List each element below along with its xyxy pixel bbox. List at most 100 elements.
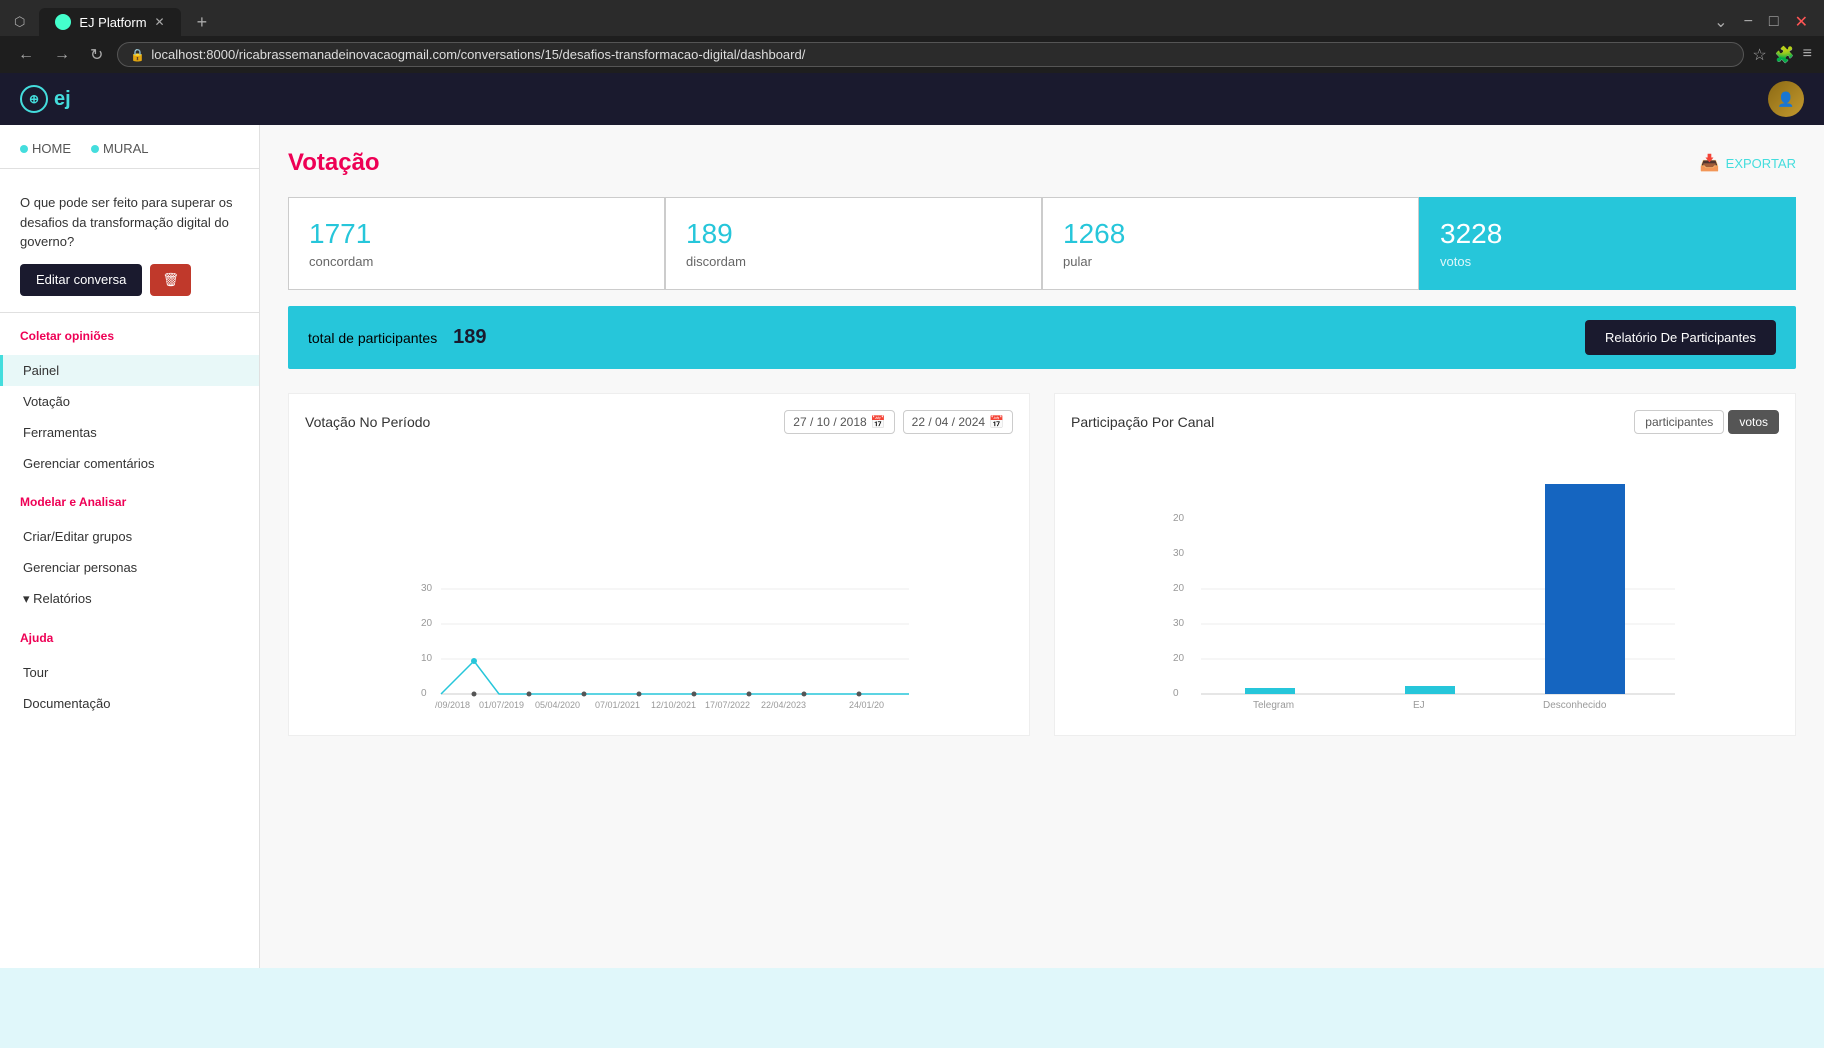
user-avatar[interactable]: 👤	[1768, 81, 1804, 117]
date-end-input[interactable]: 22 / 04 / 2024 📅	[903, 410, 1013, 434]
export-icon: 📥	[1700, 153, 1720, 173]
sidebar-item-gerenciar-personas[interactable]: Gerenciar personas	[0, 552, 259, 583]
edit-conversation-button[interactable]: Editar conversa	[20, 264, 142, 296]
sidebar-item-votacao[interactable]: Votação	[0, 386, 259, 417]
votes-line-chart: 0 10 20 30 /09/2018	[305, 446, 1013, 716]
sidebar-section-coletar: Coletar opiniões	[0, 313, 259, 355]
browser-toolbar: ← → ↻ 🔒 localhost:8000/ricabrassemanadei…	[0, 36, 1824, 73]
sidebar-item-ferramentas[interactable]: Ferramentas	[0, 417, 259, 448]
page-title-row: Votação 📥 EXPORTAR	[288, 149, 1796, 177]
sidebar-section-title-modelar: Modelar e Analisar	[20, 495, 239, 509]
stat-number-concordam: 1771	[309, 218, 644, 250]
back-button[interactable]: ←	[12, 44, 40, 66]
svg-text:22/04/2023: 22/04/2023	[761, 700, 806, 710]
app-header: ⊕ ej 👤	[0, 73, 1824, 125]
votes-chart-header: Votação No Período 27 / 10 / 2018 📅 22 /…	[305, 410, 1013, 434]
dropdown-button[interactable]: ⌄	[1706, 10, 1735, 34]
sidebar-item-criar-editar-grupos[interactable]: Criar/Editar grupos	[0, 521, 259, 552]
delete-conversation-button[interactable]: 🗑	[150, 264, 191, 296]
svg-text:24/01/20: 24/01/20	[849, 700, 884, 710]
channel-bar-chart: 0 20 30 20 30 20	[1071, 446, 1779, 716]
main-content: Votação 📥 EXPORTAR 1771 concordam 189 di…	[260, 125, 1824, 968]
close-button[interactable]: ✕	[1787, 10, 1816, 34]
participants-label: total de participantes	[308, 330, 437, 346]
svg-text:07/01/2021: 07/01/2021	[595, 700, 640, 710]
sidebar-item-painel[interactable]: Painel	[0, 355, 259, 386]
sidebar-section-ajuda: Ajuda	[0, 615, 259, 657]
date-end-value: 22 / 04 / 2024	[912, 415, 985, 429]
svg-text:01/07/2019: 01/07/2019	[479, 700, 524, 710]
browser-tab-icon: ⬡	[8, 14, 31, 30]
tab-close-button[interactable]: ✕	[155, 15, 165, 29]
participantes-filter-button[interactable]: participantes	[1634, 410, 1724, 434]
stat-label-votos: votos	[1440, 254, 1775, 269]
report-button[interactable]: Relatório De Participantes	[1585, 320, 1776, 355]
sidebar-item-gerenciar-comentarios[interactable]: Gerenciar comentários	[0, 448, 259, 479]
active-tab[interactable]: EJ Platform ✕	[39, 8, 180, 36]
mural-dot-icon	[91, 145, 99, 153]
charts-row: Votação No Período 27 / 10 / 2018 📅 22 /…	[288, 393, 1796, 736]
tab-favicon	[55, 14, 71, 30]
date-start-input[interactable]: 27 / 10 / 2018 📅	[784, 410, 894, 434]
svg-text:30: 30	[1173, 548, 1185, 559]
trash-icon: 🗑	[162, 272, 179, 287]
votos-filter-button[interactable]: votos	[1728, 410, 1779, 434]
stat-label-concordam: concordam	[309, 254, 644, 269]
new-tab-button[interactable]: +	[189, 12, 216, 33]
logo: ⊕ ej	[20, 85, 71, 113]
logo-text: ej	[54, 88, 71, 111]
bookmark-icon[interactable]: ☆	[1752, 45, 1766, 65]
svg-text:17/07/2022: 17/07/2022	[705, 700, 750, 710]
sidebar-item-documentacao[interactable]: Documentação	[0, 688, 259, 719]
stat-label-discordam: discordam	[686, 254, 1021, 269]
sidebar-item-tour[interactable]: Tour	[0, 657, 259, 688]
votes-chart-title: Votação No Período	[305, 414, 430, 430]
address-bar[interactable]: 🔒 localhost:8000/ricabrassemanadeinovaca…	[117, 42, 1744, 67]
menu-icon[interactable]: ≡	[1803, 45, 1812, 65]
svg-text:/09/2018: /09/2018	[435, 700, 470, 710]
participants-bar: total de participantes 189 Relatório De …	[288, 306, 1796, 369]
app-container: ⊕ ej 👤 HOME MURAL O que pode ser feito p…	[0, 73, 1824, 1048]
url-text: localhost:8000/ricabrassemanadeinovacaog…	[151, 47, 805, 62]
votes-chart-container: Votação No Período 27 / 10 / 2018 📅 22 /…	[288, 393, 1030, 736]
export-button[interactable]: 📥 EXPORTAR	[1700, 153, 1796, 173]
refresh-button[interactable]: ↻	[84, 43, 109, 67]
extensions-icon[interactable]: 🧩	[1775, 45, 1795, 65]
stat-label-pular: pular	[1063, 254, 1398, 269]
svg-text:0: 0	[1173, 688, 1179, 699]
svg-text:05/04/2020: 05/04/2020	[535, 700, 580, 710]
svg-text:10: 10	[421, 653, 433, 664]
stats-row: 1771 concordam 189 discordam 1268 pular …	[288, 197, 1796, 290]
svg-text:0: 0	[421, 688, 427, 699]
date-filters: 27 / 10 / 2018 📅 22 / 04 / 2024 📅	[784, 410, 1013, 434]
footer-bar	[0, 968, 1824, 1048]
date-start-value: 27 / 10 / 2018	[793, 415, 866, 429]
home-nav-link[interactable]: HOME	[20, 141, 71, 156]
svg-text:12/10/2021: 12/10/2021	[651, 700, 696, 710]
stat-number-discordam: 189	[686, 218, 1021, 250]
sidebar: HOME MURAL O que pode ser feito para sup…	[0, 125, 260, 968]
sidebar-item-relatorios[interactable]: ▾ Relatórios	[0, 583, 259, 615]
toolbar-right: ☆ 🧩 ≡	[1752, 45, 1812, 65]
svg-text:EJ: EJ	[1413, 700, 1425, 711]
sidebar-section-modelar: Modelar e Analisar	[0, 479, 259, 521]
maximize-button[interactable]: □	[1761, 10, 1787, 34]
logo-icon: ⊕	[20, 85, 48, 113]
forward-button[interactable]: →	[48, 44, 76, 66]
stat-number-pular: 1268	[1063, 218, 1398, 250]
home-dot-icon	[20, 145, 28, 153]
stat-number-votos: 3228	[1440, 218, 1775, 250]
mural-nav-link[interactable]: MURAL	[91, 141, 149, 156]
window-controls: ⌄ − □ ✕	[1706, 10, 1816, 34]
svg-text:30: 30	[1173, 618, 1185, 629]
browser-chrome: ⬡ EJ Platform ✕ + ⌄ − □ ✕ ← → ↻ 🔒 localh…	[0, 0, 1824, 73]
minimize-button[interactable]: −	[1736, 10, 1761, 34]
svg-text:20: 20	[1173, 513, 1185, 524]
app-body: HOME MURAL O que pode ser feito para sup…	[0, 125, 1824, 968]
sidebar-section-title-coletar: Coletar opiniões	[20, 329, 239, 343]
svg-text:30: 30	[421, 583, 433, 594]
channel-chart-container: Participação Por Canal participantes vot…	[1054, 393, 1796, 736]
svg-text:20: 20	[1173, 583, 1185, 594]
page-title: Votação	[288, 149, 380, 177]
channel-chart-title: Participação Por Canal	[1071, 414, 1214, 430]
